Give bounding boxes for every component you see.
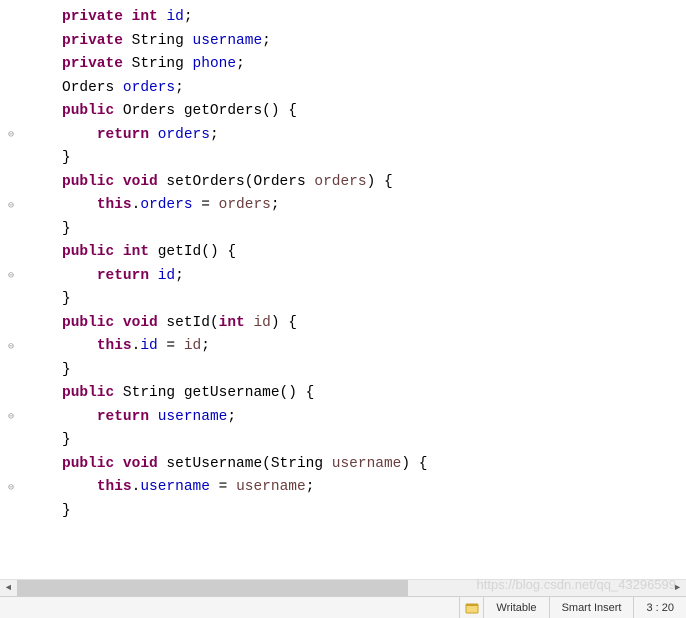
gutter: ⊖ ⊖ ⊖ ⊖ ⊖ ⊖ bbox=[0, 0, 22, 590]
gutter-blank bbox=[0, 77, 22, 101]
gutter-blank bbox=[0, 523, 22, 547]
fold-marker-icon[interactable]: ⊖ bbox=[0, 265, 22, 289]
gutter-blank bbox=[0, 171, 22, 195]
gutter-blank bbox=[0, 53, 22, 77]
fold-marker-icon[interactable]: ⊖ bbox=[0, 194, 22, 218]
gutter-blank bbox=[0, 359, 22, 383]
code-line[interactable]: public void setOrders(Orders orders) { bbox=[62, 171, 686, 195]
gutter-blank bbox=[0, 288, 22, 312]
code-line[interactable]: public int getId() { bbox=[62, 241, 686, 265]
gutter-blank bbox=[0, 6, 22, 30]
gutter-blank bbox=[0, 500, 22, 524]
code-line[interactable]: Orders orders; bbox=[62, 77, 686, 101]
code-line[interactable]: private int id; bbox=[62, 6, 686, 30]
code-content[interactable]: private int id;private String username;p… bbox=[22, 0, 686, 590]
fold-marker-icon[interactable]: ⊖ bbox=[0, 335, 22, 359]
code-line[interactable]: private String phone; bbox=[62, 53, 686, 77]
fold-marker-icon[interactable]: ⊖ bbox=[0, 476, 22, 500]
code-line[interactable]: public void setId(int id) { bbox=[62, 312, 686, 336]
code-line[interactable]: this.username = username; bbox=[62, 476, 686, 500]
code-line[interactable]: private String username; bbox=[62, 30, 686, 54]
gutter-blank bbox=[0, 147, 22, 171]
code-editor[interactable]: ⊖ ⊖ ⊖ ⊖ ⊖ ⊖ private int id;private String use… bbox=[0, 0, 686, 590]
code-line[interactable]: public void setUsername(String username)… bbox=[62, 453, 686, 477]
status-insert-mode: Smart Insert bbox=[549, 597, 634, 618]
scroll-track[interactable] bbox=[17, 580, 669, 597]
gutter-blank bbox=[0, 382, 22, 406]
scroll-left-button[interactable]: ◄ bbox=[0, 580, 17, 597]
fold-marker-icon[interactable]: ⊖ bbox=[0, 406, 22, 430]
code-line[interactable]: this.orders = orders; bbox=[62, 194, 686, 218]
code-line[interactable]: public String getUsername() { bbox=[62, 382, 686, 406]
code-line[interactable]: } bbox=[62, 288, 686, 312]
scroll-thumb[interactable] bbox=[17, 580, 408, 597]
code-line[interactable]: public Orders getOrders() { bbox=[62, 100, 686, 124]
status-writable: Writable bbox=[483, 597, 548, 618]
status-bar: Writable Smart Insert 3 : 20 bbox=[0, 596, 686, 618]
gutter-blank bbox=[0, 241, 22, 265]
status-icon bbox=[459, 597, 483, 618]
code-line[interactable]: } bbox=[62, 429, 686, 453]
fold-marker-icon[interactable]: ⊖ bbox=[0, 124, 22, 148]
code-line[interactable]: this.id = id; bbox=[62, 335, 686, 359]
gutter-blank bbox=[0, 100, 22, 124]
gutter-blank bbox=[0, 312, 22, 336]
code-line[interactable]: return orders; bbox=[62, 124, 686, 148]
code-line[interactable]: } bbox=[62, 147, 686, 171]
scroll-right-button[interactable]: ► bbox=[669, 580, 686, 597]
horizontal-scrollbar[interactable]: ◄ ► bbox=[0, 579, 686, 596]
gutter-blank bbox=[0, 429, 22, 453]
code-line[interactable]: } bbox=[62, 218, 686, 242]
gutter-blank bbox=[0, 30, 22, 54]
code-line[interactable]: } bbox=[62, 359, 686, 383]
status-cursor-position: 3 : 20 bbox=[633, 597, 686, 618]
gutter-blank bbox=[0, 218, 22, 242]
code-line[interactable]: } bbox=[62, 500, 686, 524]
code-line[interactable]: return username; bbox=[62, 406, 686, 430]
code-line[interactable]: return id; bbox=[62, 265, 686, 289]
gutter-blank bbox=[0, 453, 22, 477]
